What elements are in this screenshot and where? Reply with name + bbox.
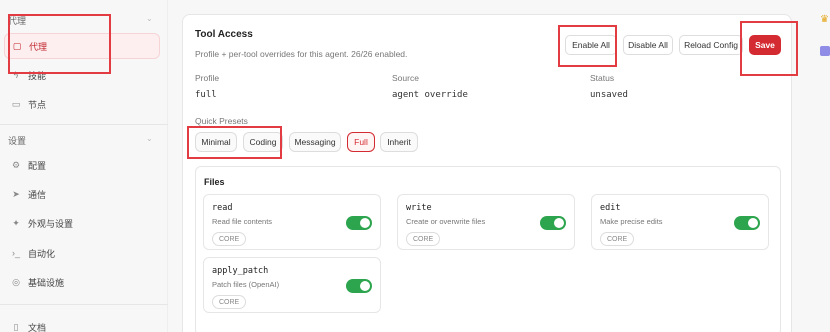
annotation-box-agent bbox=[8, 14, 111, 74]
sidebar-item-label: 自动化 bbox=[28, 248, 56, 259]
annotation-box-save bbox=[740, 21, 798, 76]
sidebar-item-appearance[interactable]: ✦ 外观与设置 bbox=[4, 210, 160, 236]
tool-name: edit bbox=[600, 203, 621, 213]
collapse-caret-icon[interactable]: ⌄ bbox=[146, 134, 153, 143]
book-icon: ▯ bbox=[13, 321, 19, 332]
core-badge: CORE bbox=[212, 295, 247, 309]
tool-description: Create or overwrite files bbox=[406, 217, 486, 226]
files-section: Files read Read file contents CORE write… bbox=[195, 166, 781, 332]
sidebar-item-label: 基础设施 bbox=[28, 277, 65, 288]
preset-inherit[interactable]: Inherit bbox=[380, 132, 418, 152]
sidebar-item-nodes[interactable]: ▭ 节点 bbox=[4, 91, 160, 117]
crown-icon: ♛ bbox=[820, 14, 829, 25]
sidebar-item-infrastructure[interactable]: ◎ 基础设施 bbox=[4, 269, 160, 295]
tool-description: Read file contents bbox=[212, 217, 273, 226]
status-label: Status bbox=[590, 73, 615, 83]
send-icon: ➤ bbox=[12, 188, 20, 199]
annotation-box-enable-all bbox=[558, 25, 617, 67]
tool-card-write: write Create or overwrite files CORE bbox=[397, 194, 575, 250]
monitor-icon: ▭ bbox=[11, 98, 21, 109]
preset-full[interactable]: Full bbox=[347, 132, 375, 152]
tool-toggle-apply-patch[interactable] bbox=[346, 279, 372, 293]
files-heading: Files bbox=[204, 177, 225, 187]
annotation-box-presets bbox=[187, 126, 282, 159]
tool-access-card: Tool Access Profile + per-tool overrides… bbox=[182, 14, 792, 332]
quick-presets-label: Quick Presets bbox=[195, 116, 248, 126]
sidebar-divider bbox=[0, 304, 168, 305]
gear-icon: ⚙ bbox=[11, 159, 21, 170]
source-label: Source bbox=[392, 73, 419, 83]
status-value: unsaved bbox=[590, 90, 628, 100]
app-icon[interactable] bbox=[820, 46, 830, 56]
tool-name: read bbox=[212, 203, 233, 213]
sidebar-item-label: 文档 bbox=[28, 322, 47, 332]
source-value: agent override bbox=[392, 90, 468, 100]
tool-description: Make precise edits bbox=[600, 217, 663, 226]
core-badge: CORE bbox=[212, 232, 247, 246]
sidebar-divider bbox=[0, 124, 168, 125]
tool-toggle-edit[interactable] bbox=[734, 216, 760, 230]
tool-card-apply-patch: apply_patch Patch files (OpenAI) CORE bbox=[203, 257, 381, 313]
page-subtitle: Profile + per-tool overrides for this ag… bbox=[195, 49, 408, 59]
sidebar-item-label: 外观与设置 bbox=[28, 218, 74, 229]
core-badge: CORE bbox=[600, 232, 635, 246]
profile-label: Profile bbox=[195, 73, 220, 83]
sparkle-icon: ✦ bbox=[12, 217, 20, 228]
globe-icon: ◎ bbox=[12, 276, 20, 287]
sidebar-item-label: 节点 bbox=[28, 99, 47, 110]
terminal-icon: ›_ bbox=[11, 248, 20, 258]
disable-all-button[interactable]: Disable All bbox=[623, 35, 673, 55]
sidebar-item-communication[interactable]: ➤ 通信 bbox=[4, 181, 160, 207]
sidebar-item-label: 配置 bbox=[28, 160, 47, 171]
sidebar-item-config[interactable]: ⚙ 配置 bbox=[4, 152, 160, 178]
sidebar-item-label: 通信 bbox=[28, 189, 47, 200]
core-badge: CORE bbox=[406, 232, 441, 246]
sidebar-item-automation[interactable]: ›_ 自动化 bbox=[4, 240, 160, 266]
tool-card-edit: edit Make precise edits CORE bbox=[591, 194, 769, 250]
collapse-caret-icon[interactable]: ⌄ bbox=[146, 14, 153, 23]
tool-toggle-read[interactable] bbox=[346, 216, 372, 230]
sidebar-item-docs[interactable]: ▯ 文档 bbox=[4, 314, 160, 332]
tool-toggle-write[interactable] bbox=[540, 216, 566, 230]
tool-description: Patch files (OpenAI) bbox=[212, 280, 280, 289]
reload-config-button[interactable]: Reload Config bbox=[679, 35, 743, 55]
tool-card-read: read Read file contents CORE bbox=[203, 194, 381, 250]
preset-messaging[interactable]: Messaging bbox=[289, 132, 341, 152]
tool-name: write bbox=[406, 203, 432, 213]
profile-value: full bbox=[195, 90, 217, 100]
page-title: Tool Access bbox=[195, 29, 253, 40]
tool-name: apply_patch bbox=[212, 266, 269, 276]
section-settings-heading: 设置 bbox=[8, 136, 27, 146]
